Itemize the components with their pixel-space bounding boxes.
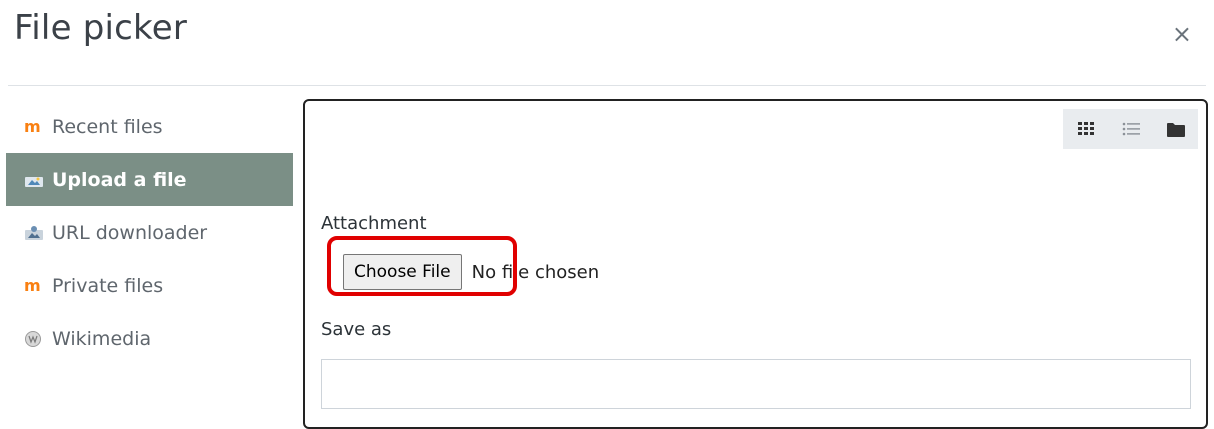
save-as-input[interactable] (321, 359, 1191, 409)
list-view-icon[interactable] (1111, 109, 1151, 149)
sidebar-item-label: Private files (52, 274, 164, 297)
upload-panel: Attachment Choose File No file chosen Sa… (303, 99, 1208, 429)
grid-view-icon[interactable] (1066, 109, 1106, 149)
no-file-chosen-text: No file chosen (471, 261, 600, 283)
sidebar-item-url-downloader[interactable]: URL downloader (6, 206, 293, 259)
sidebar-item-upload-a-file[interactable]: Upload a file (6, 153, 293, 206)
moodle-icon: m (24, 276, 41, 295)
sidebar-item-label: Upload a file (52, 168, 187, 191)
choose-file-button[interactable]: Choose File (343, 254, 462, 290)
dialog-title: File picker (14, 8, 187, 48)
sidebar-item-wikimedia[interactable]: Wikimedia (6, 312, 293, 365)
sidebar-item-label: Wikimedia (52, 327, 152, 350)
close-icon[interactable]: × (1172, 22, 1192, 46)
save-as-label: Save as (321, 319, 392, 340)
file-input-row: Choose File No file chosen (343, 254, 599, 290)
moodle-icon: m (24, 117, 41, 136)
sidebar-item-recent-files[interactable]: m Recent files (6, 100, 293, 153)
wikimedia-icon (24, 330, 48, 348)
header-divider (8, 85, 1206, 86)
view-toggle-bar (1063, 109, 1198, 149)
upload-icon (24, 171, 48, 189)
sidebar-item-label: Recent files (52, 115, 163, 138)
repository-sidebar: m Recent files Upload a file URL downloa… (6, 100, 293, 365)
url-downloader-icon (24, 224, 48, 242)
attachment-label: Attachment (321, 213, 427, 234)
sidebar-item-private-files[interactable]: m Private files (6, 259, 293, 312)
sidebar-item-label: URL downloader (52, 221, 208, 244)
folder-view-icon[interactable] (1156, 109, 1196, 149)
